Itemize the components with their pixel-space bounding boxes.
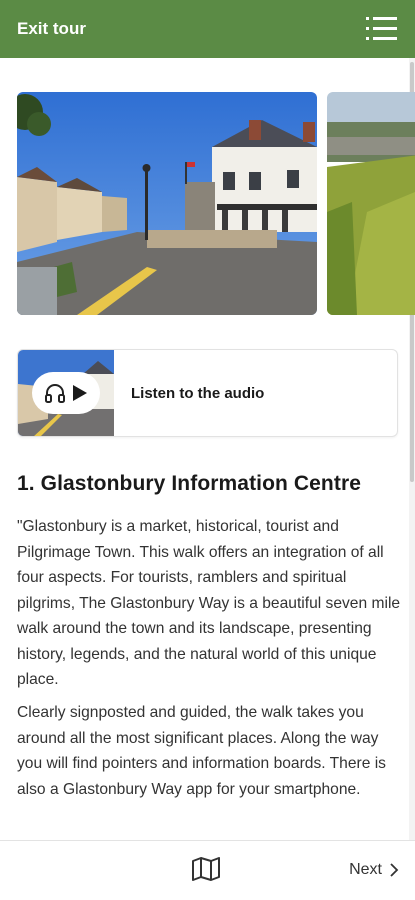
gallery-image-hillside[interactable] xyxy=(327,92,415,315)
next-button[interactable]: Next xyxy=(349,861,399,879)
town-square-photo xyxy=(17,92,317,315)
exit-tour-button[interactable]: Exit tour xyxy=(17,19,86,39)
play-icon xyxy=(73,385,87,401)
bottom-bar: Next xyxy=(0,840,415,900)
menu-icon[interactable] xyxy=(366,15,398,43)
image-carousel[interactable] xyxy=(17,92,415,315)
audio-thumbnail xyxy=(18,350,114,436)
audio-player-card[interactable]: Listen to the audio xyxy=(17,349,398,437)
stop-description-paragraph: Clearly signposted and guided, the walk … xyxy=(17,704,386,798)
gallery-image-town-square[interactable] xyxy=(17,92,317,315)
next-label: Next xyxy=(349,861,382,878)
audio-play-control[interactable] xyxy=(32,372,100,414)
stop-title: 1. Glastonbury Information Centre xyxy=(17,472,362,495)
stop-description-paragraph: "Glastonbury is a market, historical, to… xyxy=(17,518,401,688)
audio-label: Listen to the audio xyxy=(131,384,265,402)
map-icon[interactable] xyxy=(191,857,221,881)
hillside-photo xyxy=(327,92,415,315)
top-bar: Exit tour xyxy=(0,0,415,58)
chevron-right-icon xyxy=(390,863,399,877)
headphones-icon xyxy=(45,384,65,403)
